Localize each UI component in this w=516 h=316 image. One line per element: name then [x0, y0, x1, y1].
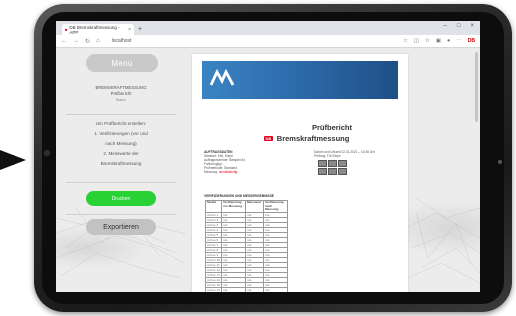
table-row: Achse 16 n/a n/a n/a: [205, 286, 288, 292]
report-subtitle-row: DB Bremskraftmessung: [264, 134, 349, 143]
report-date-info: Datum und Uhrzeit 22.01.2021 – 10:45 Uhr…: [314, 150, 375, 158]
wagon-icon: [318, 160, 327, 167]
table-cell: Achse 10: [205, 256, 222, 263]
page-content: Menü BREMSKRAFTMESSUNG Prüfbericht Statu…: [56, 48, 480, 292]
maximize-button[interactable]: □: [457, 23, 461, 29]
instruction-line: nach Messung): [105, 141, 137, 146]
table-cell: n/a: [221, 286, 246, 292]
close-tab-icon[interactable]: ×: [128, 27, 131, 33]
report-subtitle: Bremskraftmessung: [276, 134, 350, 143]
camera-icon: [498, 160, 502, 164]
address-bar: ← → ↻ ⌂ localhost ☆ ◫ ✩ ▣ ● ⋯ DB: [56, 35, 480, 48]
scrollbar[interactable]: [475, 52, 478, 122]
results-table: Modul Verifizierung vor Messung Messwert…: [205, 200, 288, 292]
column-header: Modul: [205, 200, 222, 213]
reading-icon[interactable]: ◫: [414, 38, 419, 44]
sidebar-instructions: Um Prüfbericht erstellen: 1. Verifizieru…: [68, 119, 174, 169]
star-icon[interactable]: ☆: [403, 38, 408, 44]
print-button[interactable]: Drucken: [86, 191, 156, 206]
sidebar-title: BREMSKRAFTMESSUNG Prüfbericht Status: [71, 85, 171, 103]
home-button[interactable]: [44, 150, 50, 156]
table-cell: Achse 13: [205, 271, 222, 278]
table-cell: Achse 15: [205, 281, 222, 288]
table-cell: n/a: [245, 286, 264, 292]
wagon-icon: [338, 160, 347, 167]
collections-icon[interactable]: ▣: [436, 38, 441, 44]
instruction-line: Um Prüfbericht erstellen:: [95, 121, 147, 126]
browser-tab[interactable]: ■ DB Bremskraftmessung - APP ×: [62, 24, 134, 35]
report-test-info: Prüfung: Tür Kiepe: [314, 154, 341, 158]
measurement-status-value: unvollständig: [218, 170, 238, 174]
instruction-line: Bremskraftmessung: [100, 161, 142, 166]
report-title: Prüfbericht: [311, 123, 352, 132]
column-header: Messwert: [245, 200, 264, 213]
table-cell: Achse 12: [205, 266, 222, 273]
table-body: Achse 1 n/a n/a n/a Achse 2 n/a n/a n/a Achse 3n…: [205, 211, 288, 292]
order-data: AUFTRAGSDATEN Standort: Kiel, Kiepe Auft…: [204, 150, 245, 174]
table-cell: n/a: [263, 286, 288, 292]
browser-toolbar: ☆ ◫ ✩ ▣ ● ⋯ DB: [403, 38, 475, 44]
menu-button[interactable]: Menü: [86, 54, 158, 72]
new-tab-button[interactable]: +: [138, 25, 142, 35]
more-icon[interactable]: ⋯: [456, 38, 462, 44]
sidebar-title-line3: Status: [115, 98, 127, 102]
export-button[interactable]: Exportieren: [86, 219, 156, 235]
profile-icon[interactable]: ●: [447, 38, 450, 44]
forward-icon[interactable]: →: [73, 38, 79, 44]
tab-bar: ■ DB Bremskraftmessung - APP × + – □ ×: [56, 21, 480, 35]
measurement-status: Messung: unvollständig: [204, 170, 245, 174]
column-header: Verifizierung vor Messung: [221, 200, 246, 213]
close-window-button[interactable]: ×: [470, 23, 474, 29]
pointer-arrow-icon: [0, 150, 26, 170]
divider: [66, 182, 176, 183]
instruction-line: 1. Verifizierungen (vor und: [94, 131, 148, 136]
divider: [66, 214, 176, 215]
tab-title: DB Bremskraftmessung - APP: [69, 24, 120, 35]
window-controls: – □ ×: [444, 23, 474, 29]
wagon-icon: [328, 160, 337, 167]
measurement-status-label: Messung:: [204, 170, 218, 174]
table-cell: Achse 14: [205, 276, 222, 283]
browser-window: ■ DB Bremskraftmessung - APP × + – □ × ←…: [56, 21, 480, 292]
table-header-row: Modul Verifizierung vor Messung Messwert…: [205, 200, 288, 213]
company-logo-icon: [210, 69, 234, 86]
favicon-icon: ■: [65, 27, 68, 32]
table-cell: Achse 16: [205, 286, 222, 292]
minimize-button[interactable]: –: [444, 23, 447, 29]
report-banner: [202, 61, 398, 99]
favorites-icon[interactable]: ✩: [425, 38, 430, 44]
column-header: Verifizierung nach Messung: [263, 200, 288, 213]
table-cell: Achse 11: [205, 261, 222, 268]
back-icon[interactable]: ←: [61, 38, 67, 44]
home-icon[interactable]: ⌂: [96, 38, 100, 44]
instruction-line: 2. Messwerte der: [103, 151, 139, 156]
db-logo-icon: DB: [264, 136, 273, 141]
wagon-icon: [318, 168, 327, 175]
train-diagram-icon: [318, 160, 348, 175]
report-document: Prüfbericht DB Bremskraftmessung AUFTRAG…: [192, 54, 408, 292]
results-table-heading: VERIFIZIERUNGEN UND MESSERGEBNISSE: [204, 194, 274, 198]
divider: [66, 114, 176, 115]
wagon-icon: [338, 168, 347, 175]
wagon-icon: [328, 168, 337, 175]
db-extension-badge[interactable]: DB: [468, 38, 475, 44]
stage: ■ DB Bremskraftmessung - APP × + – □ × ←…: [0, 0, 516, 316]
url-field[interactable]: localhost: [112, 38, 132, 44]
reload-icon[interactable]: ↻: [85, 38, 90, 45]
